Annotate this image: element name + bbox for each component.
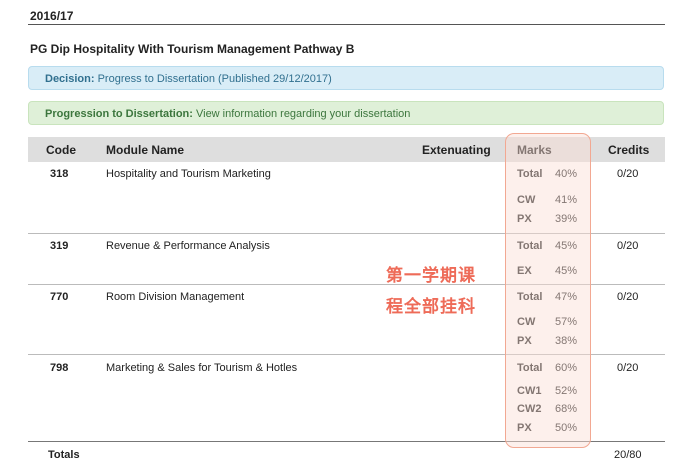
module-name: Hospitality and Tourism Marketing bbox=[106, 168, 271, 180]
annotation-line-2: 程全部挂科 bbox=[386, 297, 476, 316]
progression-link[interactable]: View information regarding your disserta… bbox=[196, 108, 410, 120]
module-code: 770 bbox=[50, 291, 69, 303]
marks-highlight-box bbox=[505, 133, 591, 448]
totals-label: Totals bbox=[48, 449, 80, 461]
year-heading: 2016/17 bbox=[30, 9, 74, 23]
module-credits: 0/20 bbox=[617, 168, 639, 180]
progression-label: Progression to Dissertation: bbox=[45, 108, 193, 120]
program-title: PG Dip Hospitality With Tourism Manageme… bbox=[30, 42, 355, 56]
year-divider bbox=[28, 24, 665, 25]
annotation-line-1: 第一学期课 bbox=[386, 266, 476, 285]
module-credits: 0/20 bbox=[617, 362, 639, 374]
module-credits: 0/20 bbox=[617, 240, 639, 252]
header-extenuating: Extenuating bbox=[422, 143, 491, 157]
module-name: Marketing & Sales for Tourism & Hotles bbox=[106, 362, 298, 374]
decision-label: Decision: bbox=[45, 73, 95, 85]
decision-banner: Decision: Progress to Dissertation (Publ… bbox=[28, 66, 664, 90]
header-credits: Credits bbox=[608, 143, 650, 157]
decision-text: Progress to Dissertation (Published 29/1… bbox=[97, 73, 332, 85]
header-module-name: Module Name bbox=[106, 143, 185, 157]
module-code: 318 bbox=[50, 168, 69, 180]
header-code: Code bbox=[46, 143, 76, 157]
module-name: Room Division Management bbox=[106, 291, 245, 303]
module-name: Revenue & Performance Analysis bbox=[106, 240, 270, 252]
progression-banner[interactable]: Progression to Dissertation: View inform… bbox=[28, 101, 664, 125]
module-code: 319 bbox=[50, 240, 69, 252]
totals-credits: 20/80 bbox=[614, 449, 642, 461]
module-credits: 0/20 bbox=[617, 291, 639, 303]
module-code: 798 bbox=[50, 362, 69, 374]
